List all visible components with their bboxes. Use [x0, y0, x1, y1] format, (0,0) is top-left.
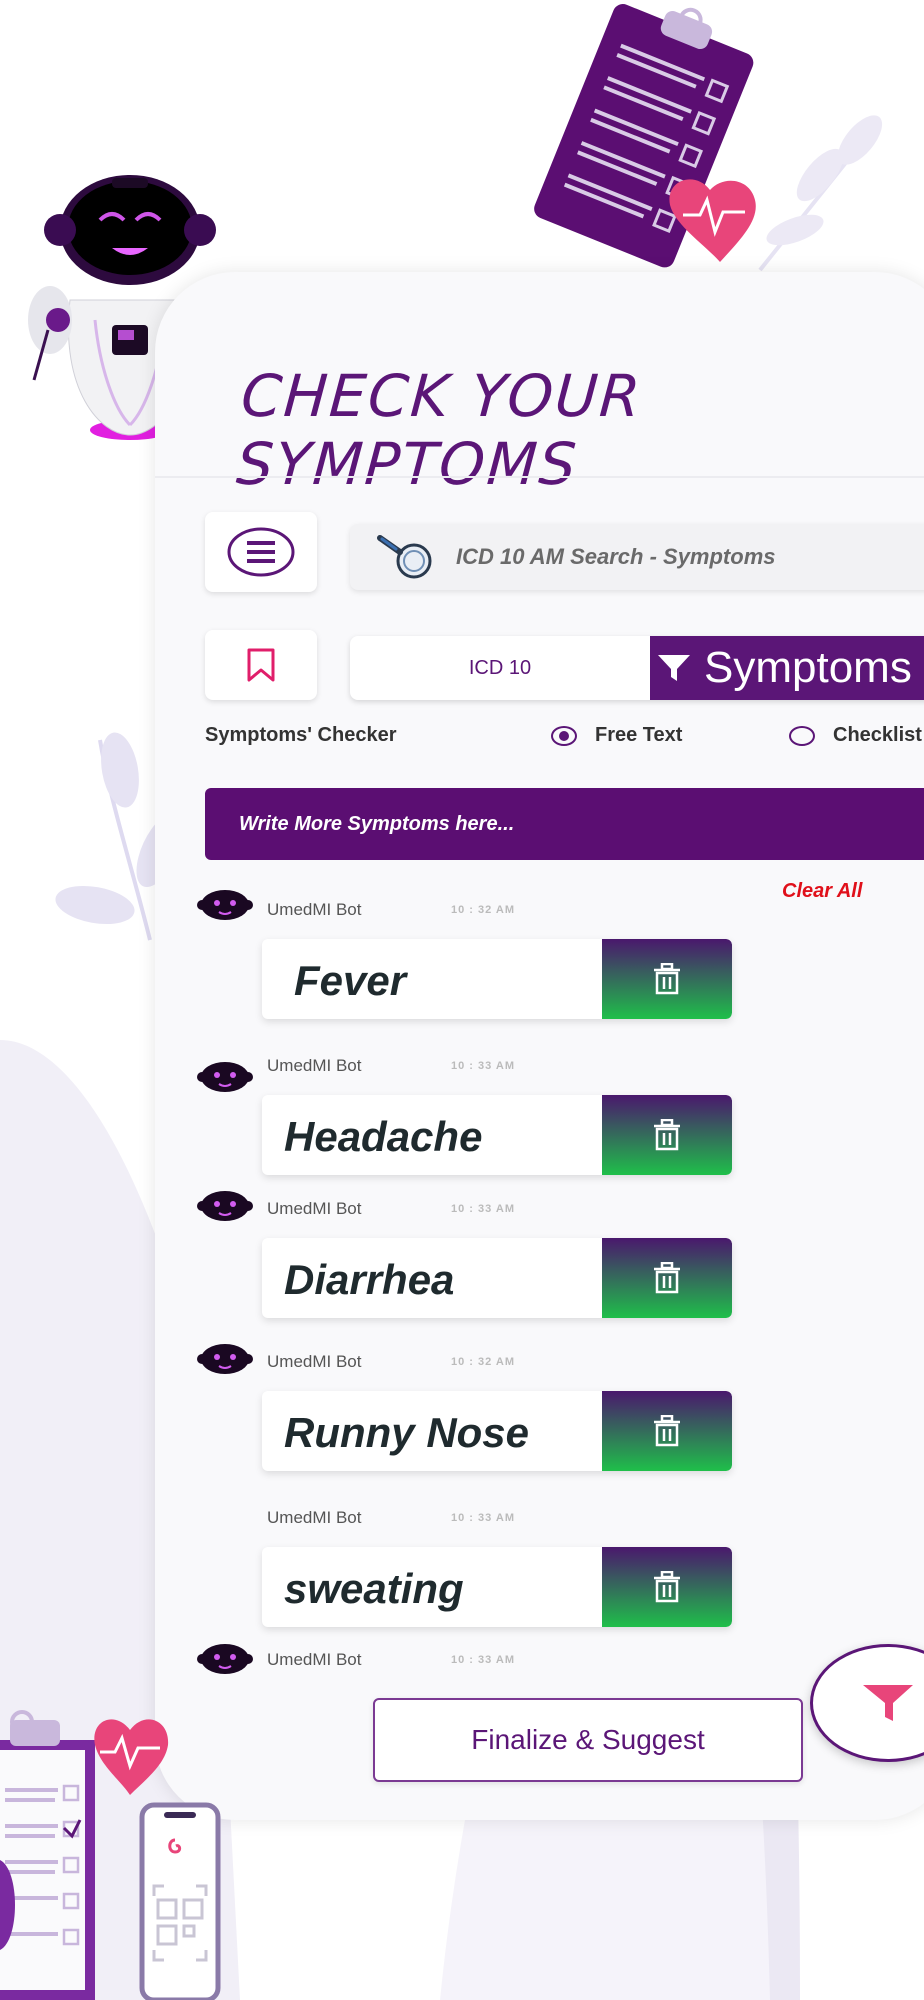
- search-mode-toggle: ICD 10 Symptoms: [350, 636, 924, 700]
- bot-message-meta: UmedMI Bot 10 : 33 AM: [205, 1508, 515, 1528]
- header-divider: [155, 476, 924, 478]
- radio-checklist-label: Checklist: [833, 724, 922, 746]
- symptom-chip: Headache: [262, 1095, 732, 1175]
- filter-icon: [863, 1685, 913, 1721]
- symptom-label: Runny Nose: [284, 1409, 530, 1456]
- symptom-chip: Runny Nose: [262, 1391, 732, 1471]
- bot-name: UmedMI Bot: [267, 1199, 362, 1218]
- symptom-label: Headache: [284, 1113, 483, 1160]
- robot-head-icon: [197, 890, 253, 920]
- symptom-label: Diarrhea: [284, 1256, 455, 1303]
- bot-message-meta: UmedMI Bot 10 : 32 AM: [197, 890, 516, 920]
- radio-free-text[interactable]: Free Text: [551, 724, 682, 747]
- message-time: 10 : 32 AM: [451, 1356, 516, 1368]
- symptom-chip: sweating: [262, 1547, 732, 1627]
- delete-symptom-button[interactable]: [602, 939, 732, 1019]
- radio-checklist-indicator[interactable]: [789, 725, 815, 746]
- message-time: 10 : 32 AM: [451, 904, 516, 916]
- symptom-label: Fever: [294, 957, 407, 1004]
- robot-head-icon: [197, 1062, 253, 1092]
- icd-search-box[interactable]: [350, 524, 924, 590]
- delete-symptom-button[interactable]: [602, 1547, 732, 1627]
- bot-name: UmedMI Bot: [267, 1508, 362, 1527]
- symptom-label: sweating: [284, 1565, 464, 1612]
- symptom-checker-card: CHECK YOUR SYMPTOMS ICD 10 Symptoms: [155, 272, 924, 1820]
- message-time: 10 : 33 AM: [451, 1060, 516, 1072]
- trash-icon: [654, 1415, 680, 1447]
- bot-name: UmedMI Bot: [267, 1352, 362, 1371]
- delete-symptom-button[interactable]: [602, 1238, 732, 1318]
- delete-symptom-button[interactable]: [602, 1095, 732, 1175]
- symptoms-checker-label: Symptoms' Checker: [205, 724, 397, 746]
- clipboard-illustration: [534, 4, 756, 268]
- tab-icd10[interactable]: ICD 10: [350, 636, 650, 700]
- robot-head-icon: [197, 1191, 253, 1221]
- robot-head-icon: [197, 1644, 253, 1674]
- robot-head-icon: [197, 1344, 253, 1374]
- symptom-chip: Fever: [262, 939, 732, 1019]
- icd-search-input[interactable]: [454, 543, 898, 571]
- menu-lines-icon: [227, 527, 295, 577]
- delete-symptom-button[interactable]: [602, 1391, 732, 1471]
- radio-free-text-indicator[interactable]: [551, 725, 577, 746]
- bookmark-icon: [247, 648, 275, 682]
- trash-icon: [654, 1119, 680, 1151]
- message-time: 10 : 33 AM: [451, 1203, 516, 1215]
- trash-icon: [654, 1262, 680, 1294]
- symptom-input-bar[interactable]: [205, 788, 924, 860]
- message-time: 10 : 33 AM: [451, 1512, 516, 1524]
- symptom-text-input[interactable]: [237, 811, 841, 837]
- bot-message-meta: UmedMI Bot 10 : 33 AM: [197, 1056, 516, 1092]
- bot-name: UmedMI Bot: [267, 900, 362, 919]
- bottom-illustration: [0, 1710, 221, 2000]
- filter-icon: [658, 655, 690, 681]
- bot-name: UmedMI Bot: [267, 1650, 362, 1669]
- bot-message-meta: UmedMI Bot 10 : 33 AM: [197, 1191, 516, 1221]
- tab-symptoms-label: Symptoms: [704, 643, 912, 692]
- bookmark-button[interactable]: [205, 630, 317, 700]
- menu-button[interactable]: [205, 512, 317, 592]
- bot-name: UmedMI Bot: [267, 1056, 362, 1075]
- radio-free-text-label: Free Text: [595, 724, 683, 746]
- finalize-suggest-button[interactable]: Finalize & Suggest: [373, 1698, 803, 1782]
- clear-all-link[interactable]: Clear All: [782, 880, 862, 903]
- tab-symptoms[interactable]: Symptoms: [650, 636, 924, 700]
- radio-checklist[interactable]: Checklist: [789, 724, 922, 747]
- bot-message-meta: UmedMI Bot 10 : 32 AM: [197, 1344, 516, 1374]
- message-time: 10 : 33 AM: [451, 1654, 516, 1666]
- trash-icon: [654, 963, 680, 995]
- symptom-chip: Diarrhea: [262, 1238, 732, 1318]
- magnifier-icon: [377, 535, 432, 579]
- bot-message-meta: UmedMI Bot 10 : 33 AM: [197, 1644, 516, 1674]
- trash-icon: [654, 1571, 680, 1603]
